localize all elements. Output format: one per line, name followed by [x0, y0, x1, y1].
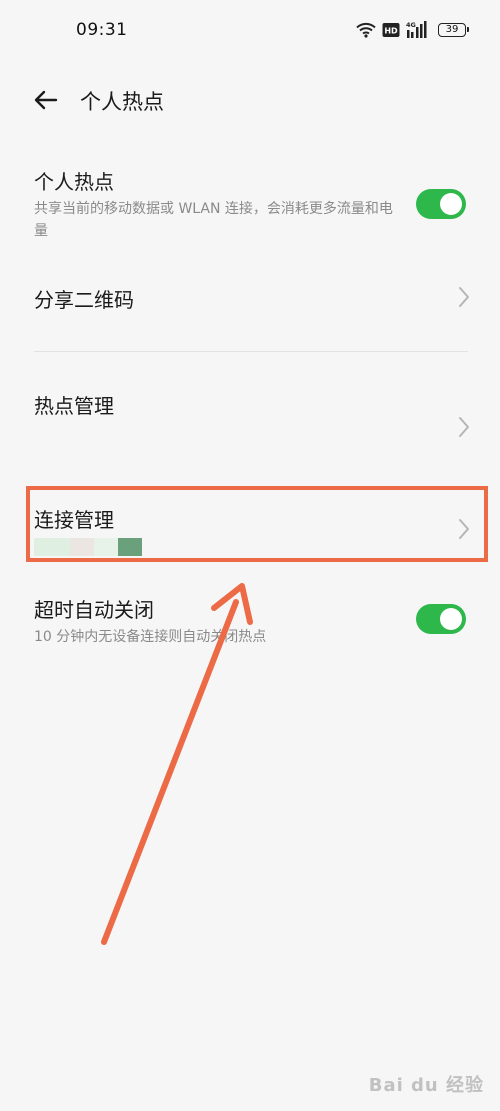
annotation-arrow [101, 583, 253, 945]
watermark-logo: Bai du 经验 [368, 1075, 484, 1096]
